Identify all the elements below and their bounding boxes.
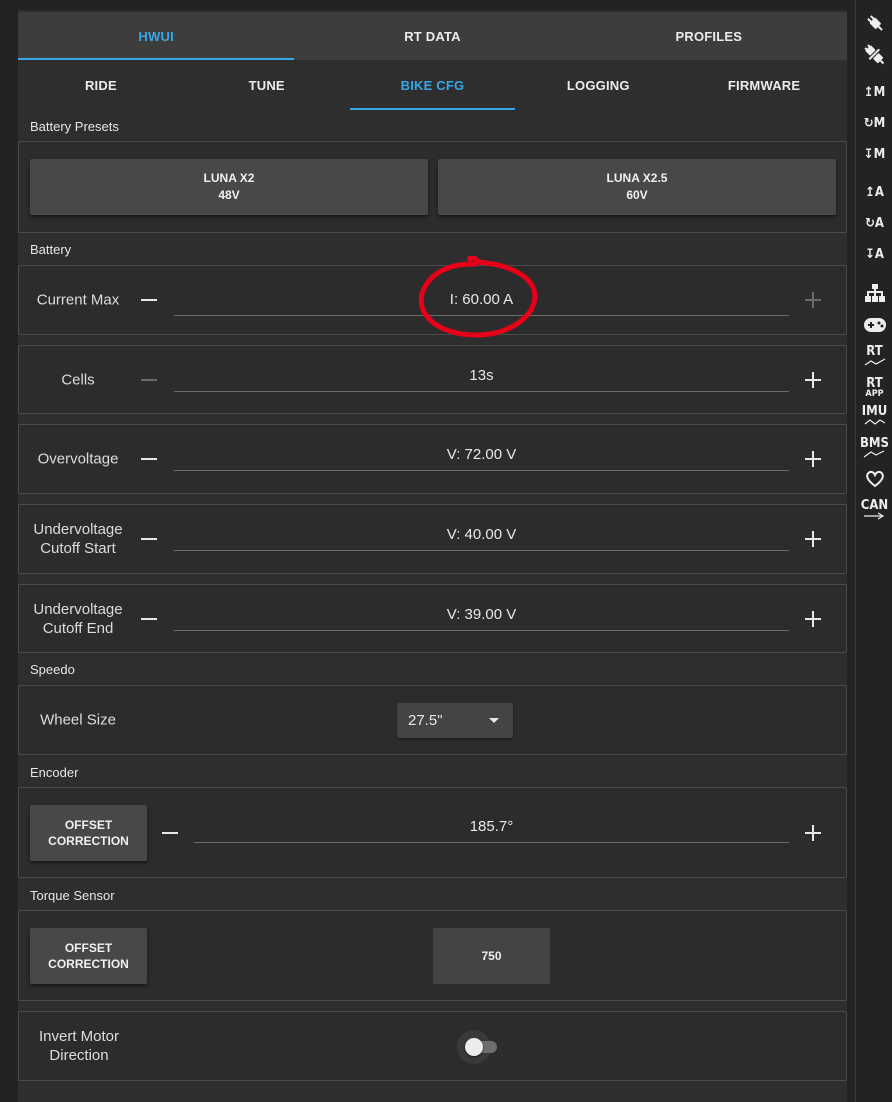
can-network-icon[interactable] <box>856 281 892 305</box>
imu-icon[interactable]: IMU <box>856 402 892 430</box>
current-max-label: Current Max <box>36 291 120 309</box>
bms-label: BMS <box>860 436 889 451</box>
offset-line1: OFFSET <box>64 818 113 832</box>
a-label: A <box>874 247 884 262</box>
app-label: APP <box>865 388 884 399</box>
encoder-offset-correction-button[interactable]: OFFSET CORRECTION <box>30 805 147 861</box>
battery-presets-heading: Battery Presets <box>30 119 119 134</box>
undervoltage-start-decrement-button[interactable] <box>141 538 157 540</box>
a-label: A <box>874 185 884 200</box>
cells-decrement-button[interactable] <box>141 378 157 381</box>
undervoltage-end-value[interactable]: V: 39.00 V <box>174 599 789 631</box>
sub-tab-bar: RIDE TUNE BIKE CFG LOGGING FIRMWARE <box>18 60 847 110</box>
torque-sensor-row: OFFSET CORRECTION 750 <box>18 910 847 1001</box>
heart-icon[interactable] <box>856 467 892 491</box>
preset-luna-x2-5-button[interactable]: LUNA X2.5 60V <box>438 159 836 215</box>
disconnect-plug-icon[interactable] <box>856 43 892 67</box>
offset-line2: CORRECTION <box>48 834 129 848</box>
torque-sensor-value: 750 <box>433 928 550 984</box>
read-default-app-config-icon[interactable]: ↻A <box>856 212 892 236</box>
encoder-decrement-button[interactable] <box>162 831 178 834</box>
cells-increment-button[interactable] <box>805 371 821 388</box>
tab-rt-data[interactable]: RT DATA <box>294 12 570 60</box>
undervoltage-end-row: Undervoltage Cutoff End V: 39.00 V <box>18 584 847 653</box>
overvoltage-value[interactable]: V: 72.00 V <box>174 439 789 471</box>
battery-presets-box: LUNA X2 48V LUNA X2.5 60V <box>18 141 847 233</box>
undervoltage-end-label: Undervoltage Cutoff End <box>33 600 123 637</box>
wheel-size-row: Wheel Size 27.5" <box>18 685 847 755</box>
tab-firmware[interactable]: FIRMWARE <box>681 60 847 110</box>
rt-app-data-icon[interactable]: RT APP <box>856 374 892 402</box>
preset-name: LUNA X2 <box>203 171 255 185</box>
overvoltage-row: Overvoltage V: 72.00 V <box>18 424 847 494</box>
encoder-value[interactable]: 185.7° <box>194 811 789 843</box>
tab-bike-cfg[interactable]: BIKE CFG <box>349 60 516 110</box>
preset-voltage: 48V <box>218 188 240 202</box>
top-tab-bar: HWUI RT DATA PROFILES <box>18 12 847 60</box>
current-max-decrement-button[interactable] <box>141 299 157 301</box>
undervoltage-start-row: Undervoltage Cutoff Start V: 40.00 V <box>18 504 847 574</box>
undervoltage-start-increment-button[interactable] <box>805 531 821 547</box>
cells-label: Cells <box>61 371 95 388</box>
can-fwd-icon[interactable]: CAN <box>856 496 892 524</box>
main-panel: HWUI RT DATA PROFILES RIDE TUNE BIKE CFG… <box>18 10 847 1102</box>
preset-luna-x2-button[interactable]: LUNA X2 48V <box>30 159 428 215</box>
connect-plug-icon[interactable] <box>856 11 892 35</box>
write-app-config-icon[interactable]: ↧A <box>856 243 892 267</box>
battery-heading: Battery <box>30 242 72 257</box>
imu-label: IMU <box>861 404 888 419</box>
cells-value[interactable]: 13s <box>174 360 789 392</box>
overvoltage-increment-button[interactable] <box>805 451 821 467</box>
tab-logging[interactable]: LOGGING <box>515 60 681 110</box>
can-label: CAN <box>860 498 889 513</box>
tab-hwui[interactable]: HWUI <box>18 12 295 60</box>
m-label: M <box>873 147 886 162</box>
wheel-size-label: Wheel Size <box>40 711 116 729</box>
torque-sensor-heading: Torque Sensor <box>30 888 115 903</box>
invert-motor-label: Invert Motor Direction <box>38 1028 120 1064</box>
torque-offset-correction-button[interactable]: OFFSET CORRECTION <box>30 928 147 984</box>
tab-ride[interactable]: RIDE <box>18 60 184 110</box>
read-motor-config-icon[interactable]: ↥M <box>856 81 892 105</box>
offset-line2: CORRECTION <box>48 957 129 971</box>
a-label: A <box>874 216 884 231</box>
chevron-down-icon <box>489 718 499 723</box>
m-label: M <box>873 116 886 131</box>
encoder-row: OFFSET CORRECTION 185.7° <box>18 787 847 878</box>
current-max-row: Current Max I: 60.00 A <box>18 265 847 335</box>
offset-line1: OFFSET <box>64 941 113 955</box>
cells-row: Cells 13s <box>18 345 847 414</box>
undervoltage-end-decrement-button[interactable] <box>141 617 157 620</box>
gamepad-icon[interactable] <box>856 313 892 337</box>
toggle-knob <box>465 1038 483 1056</box>
preset-voltage: 60V <box>626 188 648 202</box>
invert-motor-row: Invert Motor Direction <box>18 1011 847 1081</box>
undervoltage-start-value[interactable]: V: 40.00 V <box>174 519 789 551</box>
rt-label: RT <box>866 344 883 359</box>
overvoltage-decrement-button[interactable] <box>141 458 157 460</box>
write-motor-config-icon[interactable]: ↧M <box>856 143 892 167</box>
encoder-heading: Encoder <box>30 765 79 780</box>
wheel-size-select[interactable]: 27.5" <box>397 703 513 738</box>
current-max-value[interactable]: I: 60.00 A <box>174 284 789 316</box>
undervoltage-end-increment-button[interactable] <box>805 610 821 627</box>
speedo-heading: Speedo <box>30 662 75 677</box>
undervoltage-start-label: Undervoltage Cutoff Start <box>33 521 123 557</box>
overvoltage-label: Overvoltage <box>37 450 119 468</box>
preset-name: LUNA X2.5 <box>606 171 668 185</box>
wheel-size-value: 27.5" <box>408 712 443 729</box>
read-app-config-icon[interactable]: ↥A <box>856 181 892 205</box>
current-max-increment-button[interactable] <box>805 292 821 308</box>
right-toolbar: ↥M ↻M ↧M ↥A ↻A ↧A RT RT APP IMU BMS CAN <box>855 0 892 1102</box>
rt-data-icon[interactable]: RT <box>856 342 892 370</box>
tab-tune[interactable]: TUNE <box>184 60 350 110</box>
tab-profiles[interactable]: PROFILES <box>571 12 847 60</box>
bms-icon[interactable]: BMS <box>856 434 892 462</box>
invert-motor-toggle[interactable] <box>457 1030 501 1064</box>
encoder-increment-button[interactable] <box>805 824 821 841</box>
read-default-motor-config-icon[interactable]: ↻M <box>856 112 892 136</box>
m-label: M <box>873 85 886 100</box>
